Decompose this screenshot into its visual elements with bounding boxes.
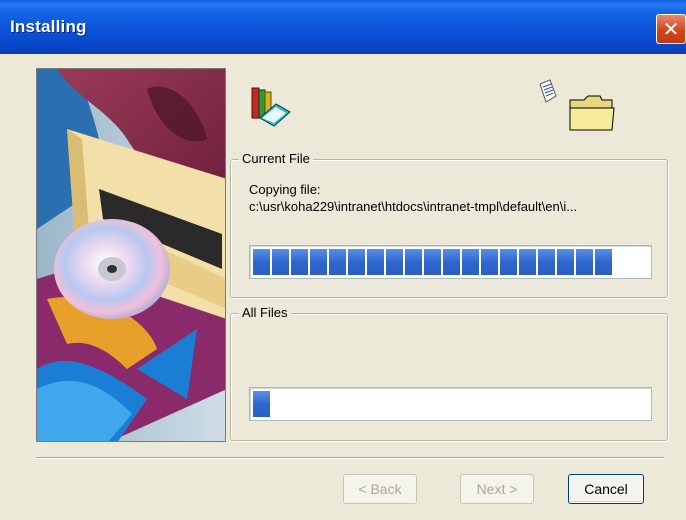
progress-block	[424, 249, 441, 275]
folder-icon	[568, 92, 616, 132]
close-icon: ✕	[662, 17, 680, 41]
progress-block	[310, 249, 327, 275]
progress-block	[272, 249, 289, 275]
progress-block	[595, 249, 612, 275]
current-file-path: c:\usr\koha229\intranet\htdocs\intranet-…	[249, 199, 578, 214]
installer-artwork	[36, 68, 226, 442]
title-bar: Installing ✕	[0, 0, 686, 54]
books-icon	[246, 82, 292, 128]
cd-drive-illustration	[37, 69, 225, 441]
close-button[interactable]: ✕	[656, 14, 686, 44]
all-files-legend: All Files	[239, 305, 291, 320]
all-files-progress-bar	[249, 387, 652, 421]
progress-block	[481, 249, 498, 275]
current-file-legend: Current File	[239, 151, 313, 166]
current-file-group: Current File Copying file: c:\usr\koha22…	[230, 151, 668, 298]
progress-block	[291, 249, 308, 275]
current-file-progress-fill	[253, 249, 612, 275]
progress-block	[348, 249, 365, 275]
current-file-progress-bar	[249, 245, 652, 279]
progress-block	[405, 249, 422, 275]
back-button[interactable]: < Back	[343, 474, 417, 504]
progress-block	[443, 249, 460, 275]
progress-block	[253, 249, 270, 275]
progress-block	[367, 249, 384, 275]
all-files-group: All Files	[230, 305, 668, 441]
progress-block	[557, 249, 574, 275]
window-title: Installing	[10, 17, 87, 36]
copying-file-label: Copying file:	[249, 182, 321, 197]
cancel-button[interactable]: Cancel	[568, 474, 644, 504]
progress-block	[500, 249, 517, 275]
progress-block	[386, 249, 403, 275]
button-separator	[36, 457, 664, 459]
progress-block	[329, 249, 346, 275]
progress-block	[253, 391, 270, 417]
all-files-progress-fill	[253, 391, 270, 417]
progress-block	[576, 249, 593, 275]
progress-block	[538, 249, 555, 275]
progress-block	[462, 249, 479, 275]
progress-block	[519, 249, 536, 275]
next-button[interactable]: Next >	[460, 474, 534, 504]
document-icon	[536, 78, 558, 106]
